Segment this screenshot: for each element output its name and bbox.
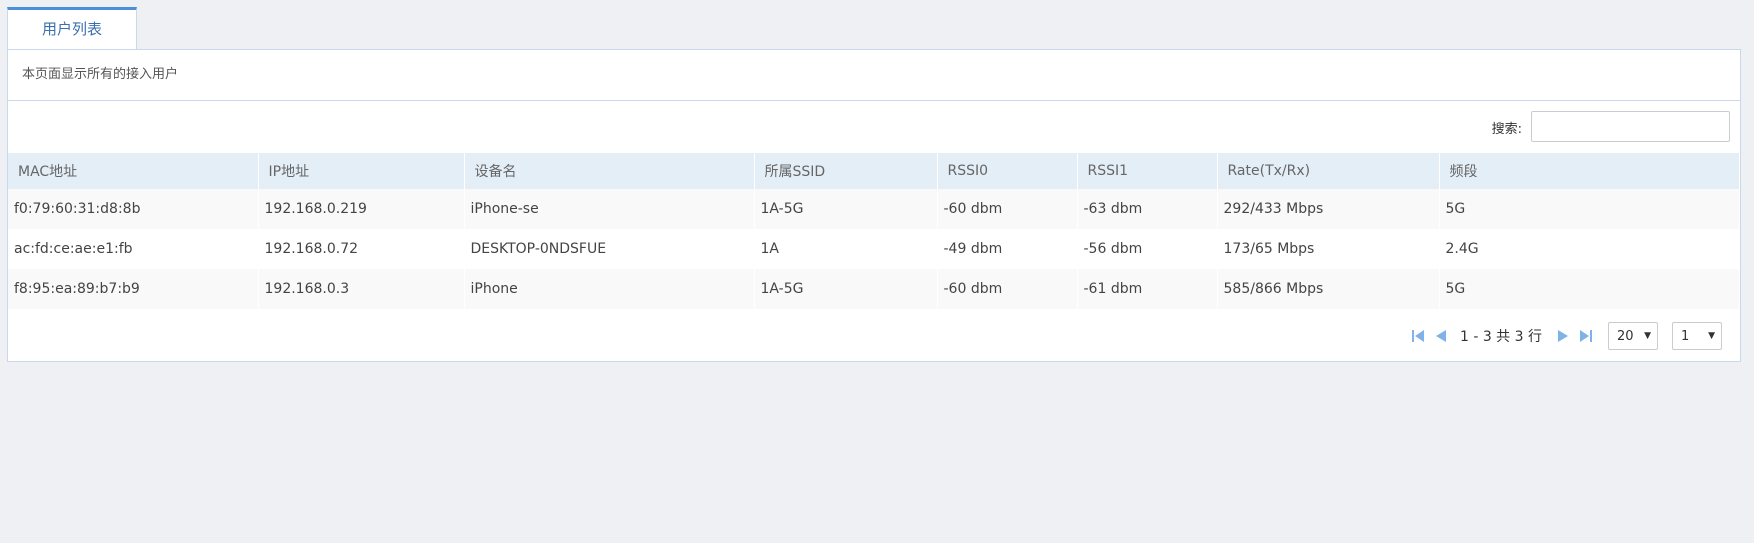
table-row[interactable]: ac:fd:ce:ae:e1:fb 192.168.0.72 DESKTOP-0… [8,229,1740,269]
cell-device-name: iPhone-se [464,189,755,229]
search-bar: 搜索: [8,101,1740,153]
cell-mac: f8:95:ea:89:b7:b9 [8,269,259,309]
cell-rate: 292/433 Mbps [1217,189,1440,229]
cell-rssi1: -56 dbm [1077,229,1218,269]
cell-ip: 192.168.0.72 [258,229,465,269]
column-header-mac[interactable]: MAC地址 [8,153,259,189]
first-page-icon[interactable] [1410,328,1426,344]
tab-user-list[interactable]: 用户列表 [7,7,137,49]
page-size-select[interactable]: 20 ▼ [1608,322,1658,350]
cell-ssid: 1A-5G [754,189,938,229]
cell-rssi0: -49 dbm [937,229,1078,269]
cell-rate: 173/65 Mbps [1217,229,1440,269]
column-header-rssi1[interactable]: RSSI1 [1077,153,1218,189]
page-size-value: 20 [1617,328,1634,344]
cell-band: 5G [1439,189,1740,229]
user-list-panel: 本页面显示所有的接入用户 搜索: MAC地址 IP地址 设备名 所属SSID R… [7,49,1741,362]
chevron-down-icon: ▼ [1644,331,1651,341]
cell-ssid: 1A-5G [754,269,938,309]
cell-ip: 192.168.0.219 [258,189,465,229]
cell-band: 5G [1439,269,1740,309]
page-value: 1 [1681,328,1690,344]
pagination: 1 - 3 共 3 行 20 ▼ 1 ▼ [1406,321,1722,351]
cell-rate: 585/866 Mbps [1217,269,1440,309]
column-header-rssi0[interactable]: RSSI0 [937,153,1078,189]
cell-device-name: DESKTOP-0NDSFUE [464,229,755,269]
cell-rssi0: -60 dbm [937,189,1078,229]
table-header-row: MAC地址 IP地址 设备名 所属SSID RSSI0 RSSI1 Rate(T… [8,153,1740,189]
column-header-band[interactable]: 频段 [1439,153,1740,189]
search-label: 搜索: [1491,122,1522,137]
tab-label: 用户列表 [41,20,102,38]
page-select[interactable]: 1 ▼ [1672,322,1722,350]
cell-mac: f0:79:60:31:d8:8b [8,189,259,229]
column-header-ip[interactable]: IP地址 [258,153,465,189]
cell-mac: ac:fd:ce:ae:e1:fb [8,229,259,269]
cell-rssi1: -61 dbm [1077,269,1218,309]
column-header-device-name[interactable]: 设备名 [464,153,755,189]
table-row[interactable]: f8:95:ea:89:b7:b9 192.168.0.3 iPhone 1A-… [8,269,1740,309]
user-table: MAC地址 IP地址 设备名 所属SSID RSSI0 RSSI1 Rate(T… [8,153,1740,309]
cell-device-name: iPhone [464,269,755,309]
cell-band: 2.4G [1439,229,1740,269]
next-page-icon[interactable] [1556,328,1570,344]
column-header-ssid[interactable]: 所属SSID [754,153,938,189]
chevron-down-icon: ▼ [1708,331,1715,341]
cell-ip: 192.168.0.3 [258,269,465,309]
column-header-rate[interactable]: Rate(Tx/Rx) [1217,153,1440,189]
cell-rssi0: -60 dbm [937,269,1078,309]
cell-ssid: 1A [754,229,938,269]
table-row[interactable]: f0:79:60:31:d8:8b 192.168.0.219 iPhone-s… [8,189,1740,229]
search-input[interactable] [1531,111,1730,142]
pagination-info: 1 - 3 共 3 行 [1459,329,1542,345]
prev-page-icon[interactable] [1434,328,1448,344]
panel-description: 本页面显示所有的接入用户 [8,50,1740,101]
cell-rssi1: -63 dbm [1077,189,1218,229]
last-page-icon[interactable] [1578,328,1594,344]
